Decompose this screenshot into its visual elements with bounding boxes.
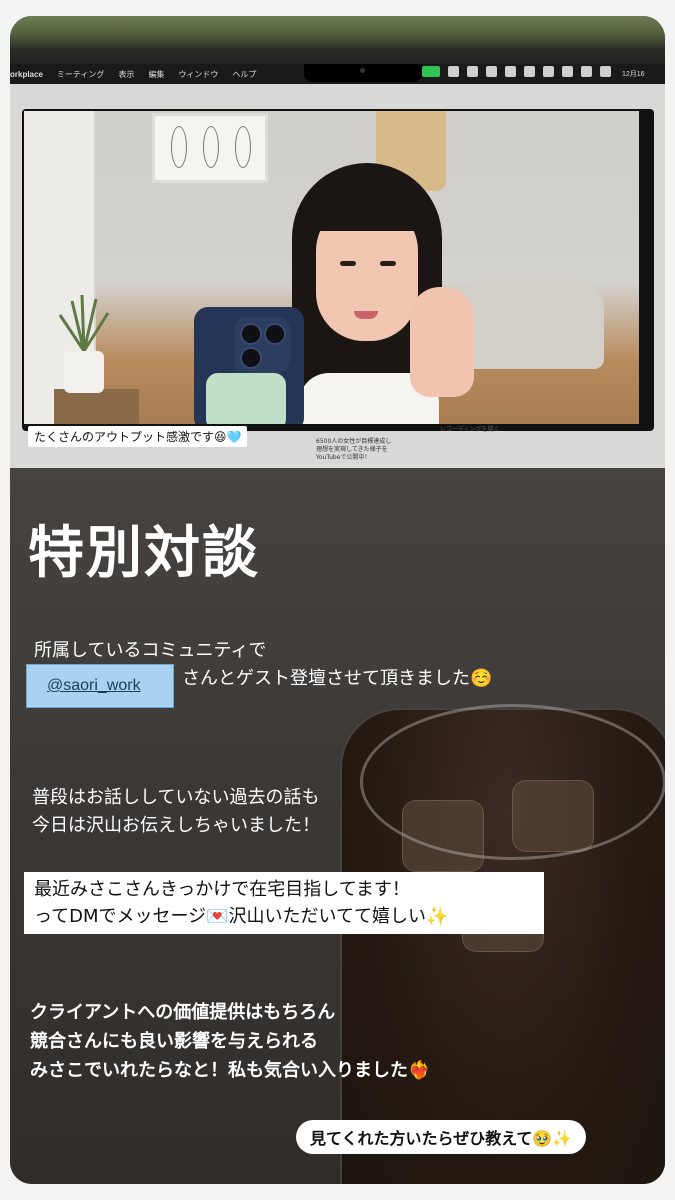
eye-icon[interactable] (486, 66, 497, 77)
paragraph-line: 今日は沢山お伝えしちゃいました！ (32, 815, 320, 836)
menu-window[interactable]: ウィンドウ (178, 69, 218, 80)
menu-help[interactable]: ヘルプ (232, 69, 256, 80)
moon-icon[interactable] (543, 66, 554, 77)
person-eye-right (380, 261, 396, 266)
paragraph-line: みさこでいれたらなと！私も気合い入りました❤️‍🔥 (30, 1060, 431, 1081)
phone-grip (206, 373, 286, 424)
person-eye-left (340, 261, 356, 266)
battery-icon[interactable] (505, 66, 516, 77)
app-icon[interactable] (524, 66, 535, 77)
story-card: orkplace ミーティング 表示 編集 ウィンドウ ヘルプ 12月16 たく… (10, 16, 665, 1184)
highlight-box: 最近みさこさんきっかけで在宅目指してます！ ってDMでメッセージ💌沢山いただいて… (24, 872, 544, 934)
story-text-panel: 特別対談 所属しているコミュニティで @saori_work さんとゲスト登壇さ… (10, 468, 665, 1184)
paragraph-client-value: クライアントへの価値提供はもちろん 競合さんにも良い影響を与えられる みさこでい… (30, 998, 430, 1085)
control-center-icon[interactable] (600, 66, 611, 77)
paragraph-line: 普段はお話ししていない過去の話も (32, 787, 320, 808)
paragraph-line: クライアントへの価値提供はもちろん (30, 1002, 336, 1023)
wooden-shelf (54, 389, 139, 424)
clipboard-icon[interactable] (448, 66, 459, 77)
menubar-status-icons (422, 66, 611, 77)
recording-label[interactable]: レコーディングを開く (440, 424, 500, 433)
video-camera-icon[interactable] (422, 66, 440, 77)
wall-art (152, 113, 268, 183)
menubar-app-name[interactable]: orkplace (10, 70, 43, 79)
intro-line-2: さんとゲスト登壇させて頂きました☺️ (182, 668, 493, 689)
phone-camera-icon (234, 317, 290, 373)
menu-view[interactable]: 表示 (118, 69, 134, 80)
intro-line: 所属しているコミュニティで (34, 640, 267, 661)
mention-tag[interactable]: @saori_work (26, 664, 174, 708)
screen-icon[interactable] (467, 66, 478, 77)
mention-text[interactable]: @saori_work (47, 677, 141, 695)
menubar-clock: 12月16 (622, 71, 645, 78)
story-title: 特別対談 (28, 520, 260, 586)
plant-pot (64, 351, 104, 393)
glass-rim (360, 704, 665, 860)
call-to-action-pill: 見てくれた方いたらぜひ教えて🥹✨ (296, 1120, 587, 1154)
paragraph-past-story: 普段はお話ししていない過去の話も 今日は沢山お伝えしちゃいました！ (32, 784, 320, 840)
peace-sign-hand (410, 287, 474, 397)
search-icon[interactable] (581, 66, 592, 77)
laptop-photo: orkplace ミーティング 表示 編集 ウィンドウ ヘルプ 12月16 たく… (10, 16, 665, 468)
photo-caption: たくさんのアウトプット感激です😆🩵 (28, 426, 248, 447)
highlight-line: ってDMでメッセージ💌沢山いただいてて嬉しい✨ (34, 906, 449, 927)
plant-icon (58, 294, 110, 352)
camera-notch (304, 64, 422, 82)
sofa (454, 279, 604, 369)
wifi-icon[interactable] (562, 66, 573, 77)
menu-meeting[interactable]: ミーティング (57, 69, 105, 80)
video-feed (24, 111, 639, 424)
menu-edit[interactable]: 編集 (148, 69, 164, 80)
webcam-icon (360, 68, 365, 73)
highlight-line: 最近みさこさんきっかけで在宅目指してます！ (34, 879, 410, 900)
zoom-banner: 6500人の女性が目標達成し理想を実現してきた様子をYouTubeで公開中！ (316, 438, 392, 461)
paragraph-line: 競合さんにも良い影響を与えられる (30, 1031, 318, 1052)
